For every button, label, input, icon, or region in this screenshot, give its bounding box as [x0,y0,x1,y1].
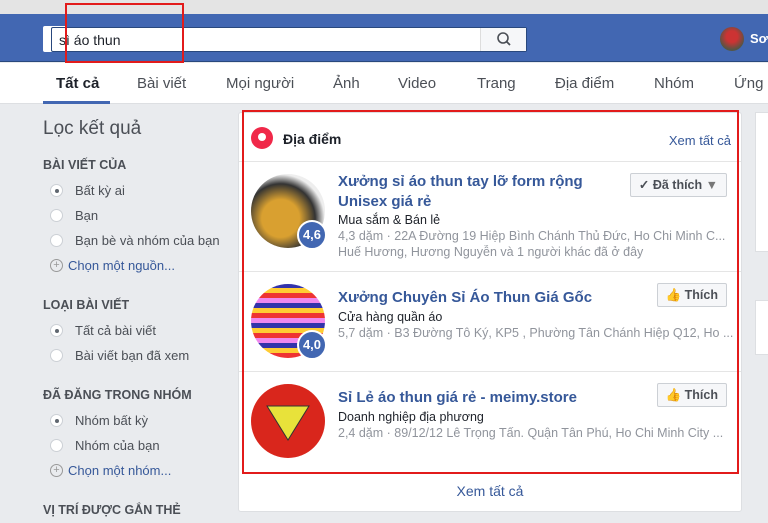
tab-pages[interactable]: Trang [477,75,516,92]
link-label[interactable]: Chọn một nhóm... [68,463,171,478]
option-label: Bạn [75,208,99,223]
right-column-card [755,112,768,252]
tab-photos[interactable]: Ảnh [333,75,360,92]
highlight-search [65,3,184,63]
tab-posts[interactable]: Bài viết [137,75,186,92]
option-label: Bài viết bạn đã xem [75,348,190,363]
avatar[interactable] [720,27,744,51]
option-label: Bất kỳ ai [75,183,125,198]
filter-title: Lọc kết quả [43,118,142,139]
filter-option[interactable]: Bài viết bạn đã xem [43,343,238,368]
filter-sidebar: Lọc kết quả BÀI VIẾT CỦA Bất kỳ ai Bạn B… [43,118,238,523]
radio[interactable] [50,414,63,427]
section-heading: BÀI VIẾT CỦA [43,158,127,172]
option-label: Nhóm của bạn [75,438,160,453]
plus-icon: + [50,259,63,272]
choose-source-link[interactable]: + Chọn một nguồn... [43,253,238,278]
option-label: Nhóm bất kỳ [75,413,148,428]
plus-icon: + [50,464,63,477]
tab-people[interactable]: Mọi người [226,75,294,92]
tab-apps[interactable]: Ứng d [734,75,768,92]
radio[interactable] [50,349,63,362]
filter-option[interactable]: Bạn [43,203,238,228]
choose-group-link[interactable]: + Chọn một nhóm... [43,458,238,483]
section-heading: VỊ TRÍ ĐƯỢC GẮN THẺ [43,503,181,517]
option-label: Bạn bè và nhóm của bạn [75,233,220,248]
footer-see-all-link[interactable]: Xem tất cả [239,483,741,499]
filter-option[interactable]: Nhóm bất kỳ [43,408,238,433]
link-label[interactable]: Chọn một nguồn... [68,258,175,273]
filter-option[interactable]: Bạn bè và nhóm của bạn [43,228,238,253]
radio[interactable] [50,324,63,337]
filter-option[interactable]: Bất kỳ ai [43,178,238,203]
radio[interactable] [50,234,63,247]
section-heading: ĐÃ ĐĂNG TRONG NHÓM [43,388,192,402]
filter-option[interactable]: Tất cả bài viết [43,318,238,343]
right-column-card [755,300,768,355]
active-tab-indicator [43,101,110,104]
search-button[interactable] [480,28,526,51]
tab-places[interactable]: Địa điểm [555,75,614,92]
tab-video[interactable]: Video [398,75,436,92]
search-icon [497,32,511,46]
radio[interactable] [50,209,63,222]
highlight-places [242,110,739,474]
section-heading: LOẠI BÀI VIẾT [43,298,130,312]
search-tabs: Tất cả Bài viết Mọi người Ảnh Video Tran… [0,63,768,104]
filter-option[interactable]: Nhóm của bạn [43,433,238,458]
option-label: Tất cả bài viết [75,323,156,338]
radio[interactable] [50,184,63,197]
tab-groups[interactable]: Nhóm [654,75,694,92]
user-name[interactable]: Sơn [750,31,768,46]
radio[interactable] [50,439,63,452]
tab-all[interactable]: Tất cả [56,75,99,92]
